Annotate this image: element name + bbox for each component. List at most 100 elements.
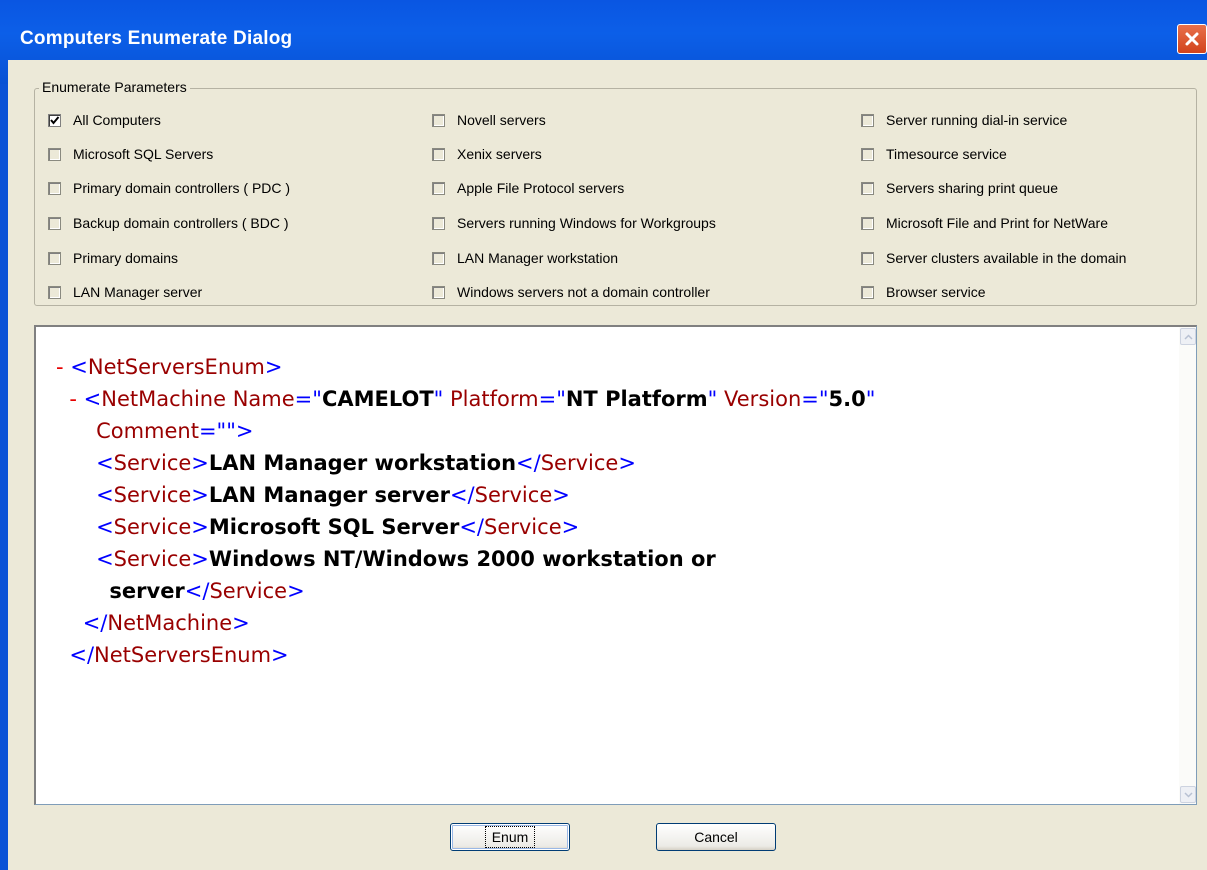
xml-text: server — [109, 579, 185, 603]
xml-line-service: <Service>LAN Manager server</Service> — [96, 483, 570, 507]
group-label: Enumerate Parameters — [39, 79, 190, 95]
xml-text: Windows NT/Windows 2000 workstation or — [208, 547, 716, 571]
xml-attr-name: Name — [232, 387, 295, 411]
check-mark-icon — [50, 115, 60, 125]
window-title: Computers Enumerate Dialog — [20, 28, 293, 49]
xml-tag: Service — [113, 547, 192, 571]
checkbox-label: LAN Manager server — [73, 284, 203, 300]
xml-tree: - <NetServersEnum> - <NetMachine Name="C… — [56, 351, 875, 671]
checkbox-box[interactable] — [861, 251, 874, 265]
chevron-up-icon — [1183, 333, 1193, 340]
xml-tag: Service — [474, 483, 553, 507]
checkbox-microsoft-sql-servers[interactable]: Microsoft SQL Servers — [48, 145, 213, 163]
close-button[interactable] — [1177, 24, 1207, 54]
checkbox-label: Timesource service — [886, 146, 1007, 162]
xml-line-machine-open: - <NetMachine Name="CAMELOT" Platform="N… — [69, 387, 876, 411]
xml-tag: NetMachine — [101, 387, 227, 411]
checkbox-label: Novell servers — [457, 112, 546, 128]
checkbox-windows-not-dc[interactable]: Windows servers not a domain controller — [432, 283, 710, 301]
xml-line-root-close: </NetServersEnum> — [69, 643, 289, 667]
checkbox-label: Server running dial-in service — [886, 112, 1068, 128]
checkbox-label: Backup domain controllers ( BDC ) — [73, 215, 289, 231]
checkbox-label: Windows servers not a domain controller — [457, 284, 710, 300]
checkbox-box[interactable] — [48, 147, 61, 161]
xml-line-machine-close: </NetMachine> — [82, 611, 250, 635]
enum-button[interactable]: Enum — [450, 823, 570, 851]
dialog-client-area: Enumerate Parameters All Computers Micro… — [8, 60, 1207, 870]
checkbox-label: Primary domains — [73, 250, 179, 266]
xml-line-service: <Service>Microsoft SQL Server</Service> — [96, 515, 580, 539]
xml-text: LAN Manager server — [208, 483, 450, 507]
xml-tag: NetServersEnum — [94, 643, 272, 667]
checkbox-box[interactable] — [48, 216, 61, 230]
xml-tag: NetMachine — [107, 611, 233, 635]
checkbox-label: Primary domain controllers ( PDC ) — [73, 180, 291, 196]
checkbox-box[interactable] — [432, 147, 445, 161]
checkbox-box[interactable] — [861, 285, 874, 299]
xml-attr-name: Version — [724, 387, 802, 411]
checkbox-box[interactable] — [432, 216, 445, 230]
checkbox-box[interactable] — [48, 181, 61, 195]
scroll-down-button[interactable] — [1180, 786, 1196, 803]
enum-button-label: Enum — [484, 826, 536, 848]
checkbox-dial-in-service[interactable]: Server running dial-in service — [861, 111, 1067, 129]
checkbox-box[interactable] — [48, 113, 61, 127]
close-icon — [1185, 32, 1199, 46]
xml-tag: Service — [113, 483, 192, 507]
collapse-toggle[interactable]: - — [56, 355, 64, 379]
checkbox-novell-servers[interactable]: Novell servers — [432, 111, 546, 129]
xml-line-service: <Service>LAN Manager workstation</Servic… — [96, 451, 636, 475]
checkbox-box[interactable] — [861, 181, 874, 195]
xml-line-comment-attr: Comment=""> — [96, 419, 254, 443]
checkbox-label: LAN Manager workstation — [457, 250, 619, 266]
xml-tag: Service — [484, 515, 562, 539]
collapse-toggle[interactable]: - — [69, 387, 77, 411]
xml-tag: Service — [113, 515, 192, 539]
checkbox-label: Servers running Windows for Workgroups — [457, 215, 716, 231]
checkbox-label: Server clusters available in the domain — [886, 250, 1127, 266]
dialog-window: Computers Enumerate Dialog Enumerate Par… — [0, 0, 1207, 870]
scroll-up-button[interactable] — [1180, 328, 1196, 345]
checkbox-label: All Computers — [73, 112, 161, 128]
checkbox-print-queue[interactable]: Servers sharing print queue — [861, 179, 1058, 197]
checkbox-box[interactable] — [432, 251, 445, 265]
checkbox-label: Microsoft File and Print for NetWare — [886, 215, 1108, 231]
xml-attr-value: NT Platform — [565, 387, 708, 411]
checkbox-box[interactable] — [48, 251, 61, 265]
checkbox-pdc[interactable]: Primary domain controllers ( PDC ) — [48, 179, 290, 197]
checkbox-server-clusters[interactable]: Server clusters available in the domain — [861, 249, 1126, 267]
checkbox-label: Microsoft SQL Servers — [73, 146, 214, 162]
checkbox-all-computers[interactable]: All Computers — [48, 111, 161, 129]
checkbox-windows-for-workgroups[interactable]: Servers running Windows for Workgroups — [432, 214, 716, 232]
xml-attr-value: CAMELOT — [321, 387, 434, 411]
vertical-scrollbar[interactable] — [1179, 327, 1196, 804]
xml-attr-name: Comment — [96, 419, 199, 443]
checkbox-label: Browser service — [886, 284, 986, 300]
chevron-down-icon — [1183, 791, 1193, 798]
checkbox-box[interactable] — [432, 285, 445, 299]
checkbox-browser-service[interactable]: Browser service — [861, 283, 986, 301]
checkbox-lan-manager-server[interactable]: LAN Manager server — [48, 283, 202, 301]
checkbox-xenix-servers[interactable]: Xenix servers — [432, 145, 542, 163]
checkbox-box[interactable] — [861, 216, 874, 230]
checkbox-apple-file-protocol[interactable]: Apple File Protocol servers — [432, 179, 624, 197]
cancel-button[interactable]: Cancel — [656, 823, 776, 851]
xml-tag: Service — [209, 579, 288, 603]
checkbox-box[interactable] — [861, 113, 874, 127]
checkbox-box[interactable] — [432, 181, 445, 195]
checkbox-label: Servers sharing print queue — [886, 180, 1058, 196]
checkbox-bdc[interactable]: Backup domain controllers ( BDC ) — [48, 214, 289, 232]
checkbox-primary-domains[interactable]: Primary domains — [48, 249, 178, 267]
xml-text: Microsoft SQL Server — [208, 515, 460, 539]
xml-tag: Service — [113, 451, 192, 475]
xml-output-pane[interactable]: - <NetServersEnum> - <NetMachine Name="C… — [34, 325, 1197, 805]
checkbox-file-print-netware[interactable]: Microsoft File and Print for NetWare — [861, 214, 1108, 232]
checkbox-box[interactable] — [861, 147, 874, 161]
checkbox-box[interactable] — [48, 285, 61, 299]
checkbox-timesource-service[interactable]: Timesource service — [861, 145, 1007, 163]
checkbox-box[interactable] — [432, 113, 445, 127]
cancel-button-label: Cancel — [694, 829, 738, 845]
xml-tag: NetServersEnum — [87, 355, 265, 379]
checkbox-label: Xenix servers — [457, 146, 542, 162]
checkbox-lan-manager-workstation[interactable]: LAN Manager workstation — [432, 249, 618, 267]
